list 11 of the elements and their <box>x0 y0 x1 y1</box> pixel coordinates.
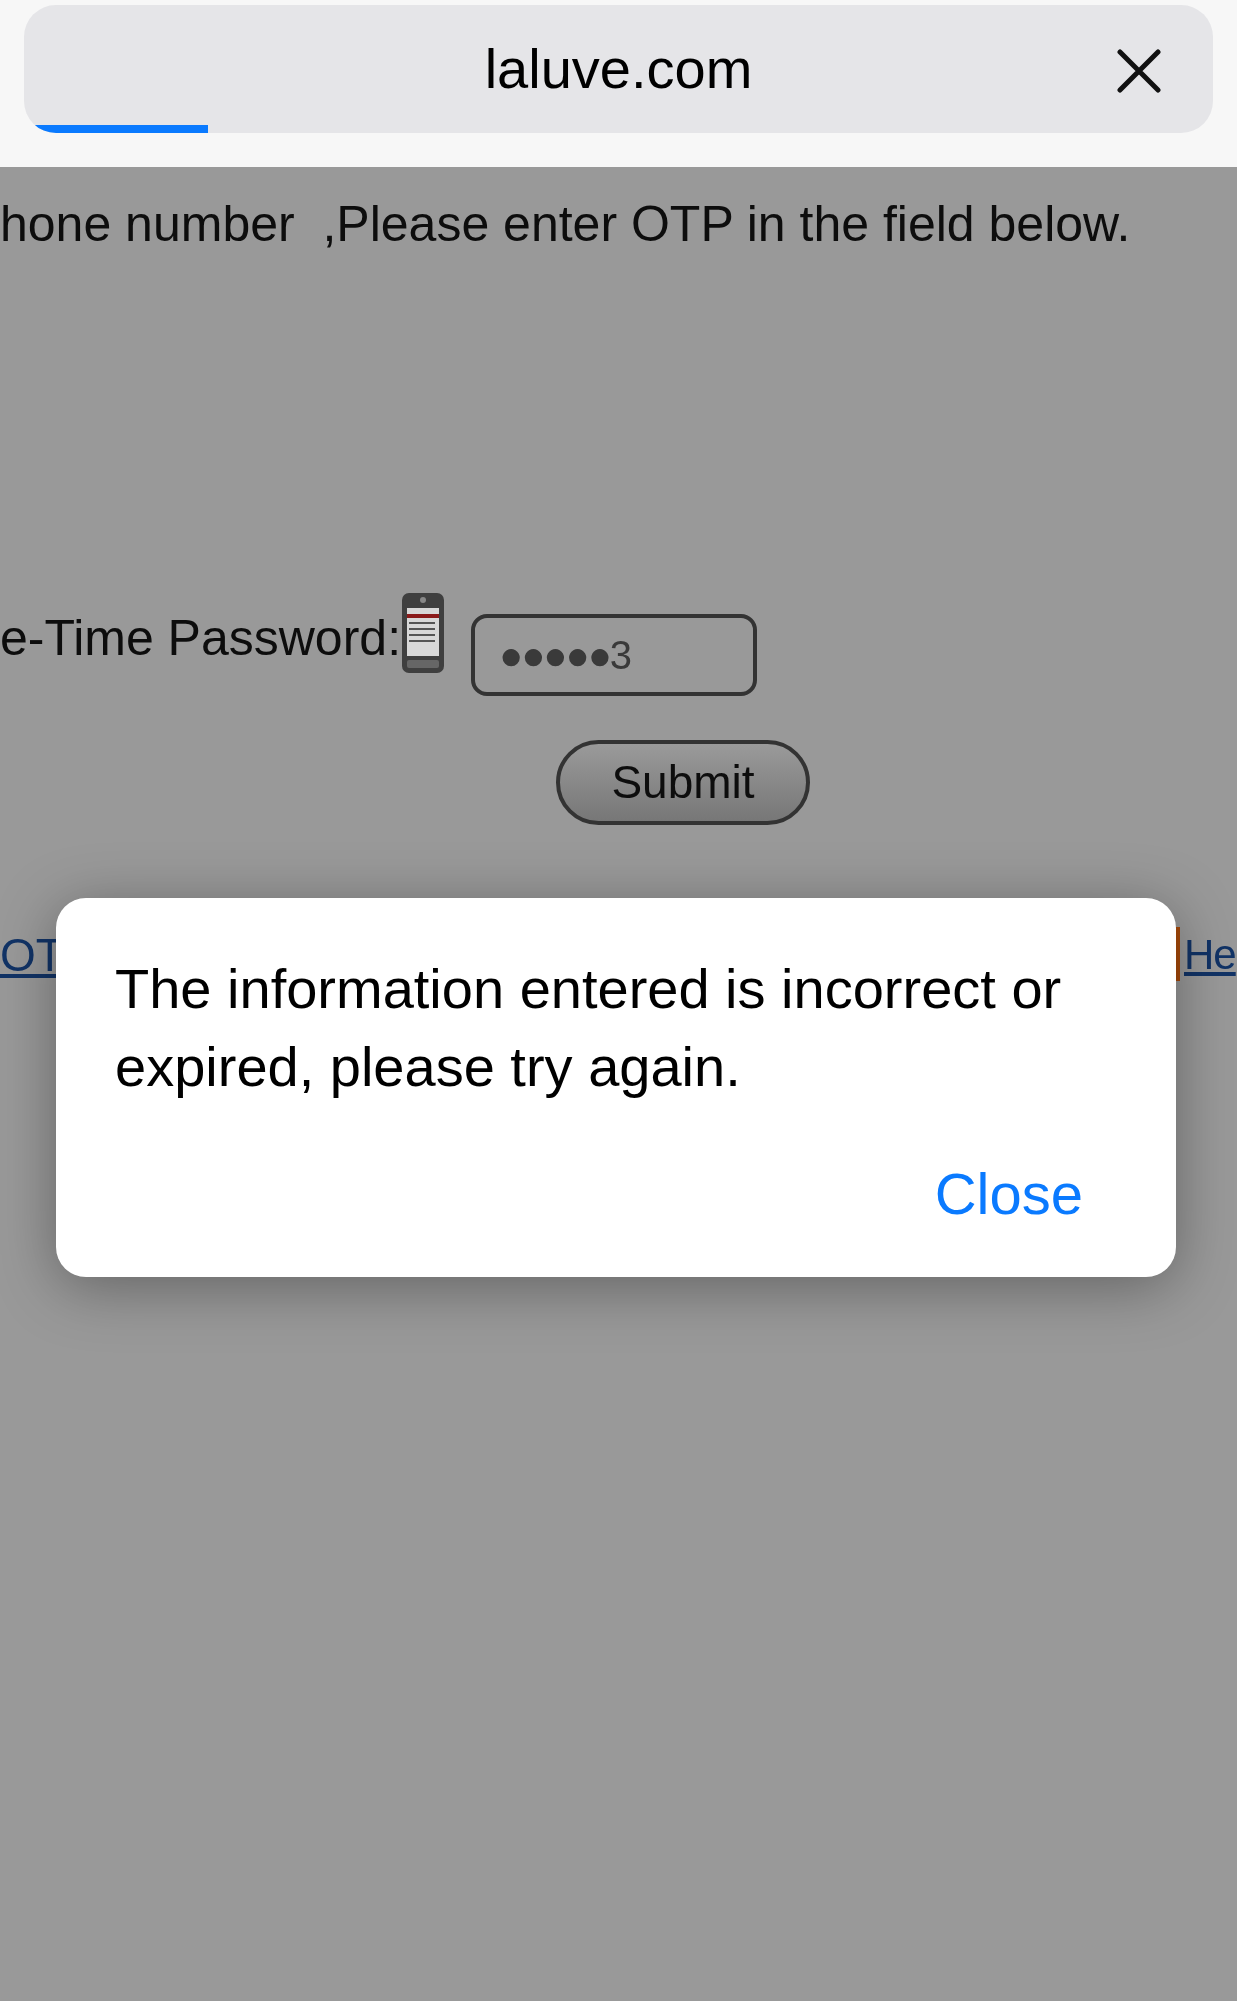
password-label: e-Time Password: <box>0 609 402 668</box>
submit-button[interactable]: Submit <box>556 740 810 825</box>
phone-icon <box>401 592 446 674</box>
help-link[interactable]: He <box>1184 923 1236 986</box>
password-field[interactable]: ●●●●●3 <box>471 614 758 696</box>
address-bar[interactable]: laluve.com <box>24 5 1213 133</box>
url-text: laluve.com <box>484 36 753 102</box>
dialog-message: The information entered is incorrect or expired, please try again. <box>115 956 1063 1100</box>
instruction-text: hone number ,Please enter OTP in the field below. <box>0 195 1132 254</box>
close-button[interactable]: Close <box>934 1150 1083 1237</box>
close-icon[interactable] <box>1117 49 1161 93</box>
